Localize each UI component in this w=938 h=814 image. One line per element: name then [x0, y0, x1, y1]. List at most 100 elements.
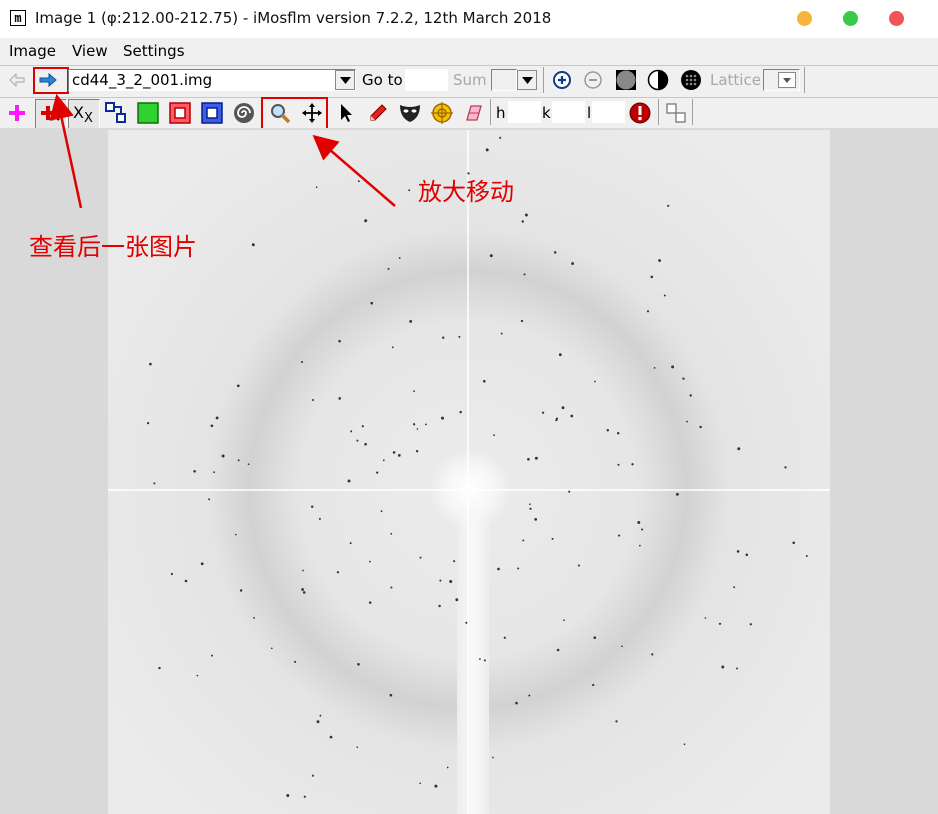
l-input[interactable] [592, 101, 625, 123]
diffraction-spot [390, 586, 393, 589]
diffraction-spot [449, 580, 453, 583]
target-icon[interactable] [430, 101, 454, 125]
diffraction-spot [234, 533, 237, 536]
diffraction-spot [520, 319, 524, 323]
zoom-in-icon[interactable] [550, 68, 574, 92]
separator [804, 67, 805, 93]
diffraction-spot [146, 421, 150, 425]
lattice-select[interactable] [763, 69, 800, 91]
diffraction-spot [247, 463, 250, 466]
eraser-icon[interactable] [462, 101, 486, 125]
maximize-button[interactable] [843, 11, 858, 26]
diffraction-spot [503, 636, 506, 639]
diffraction-spot [211, 654, 214, 657]
alert-icon[interactable] [628, 101, 652, 125]
diffraction-spot [149, 362, 152, 366]
blue-box-icon[interactable] [200, 101, 224, 125]
diffraction-spot [301, 588, 304, 591]
diffraction-spot [637, 521, 641, 524]
diffraction-spot [193, 470, 196, 473]
close-button[interactable] [889, 11, 904, 26]
diffraction-image[interactable] [108, 130, 830, 814]
diffraction-spot [369, 560, 371, 563]
diffraction-spot [370, 301, 374, 305]
diffraction-spot [253, 616, 255, 619]
diffraction-spot [270, 647, 273, 650]
diffraction-spot [499, 136, 502, 139]
spiral-icon[interactable] [232, 101, 256, 125]
red-box-icon[interactable] [168, 101, 192, 125]
diffraction-spot [215, 416, 219, 420]
image-file-value: cd44_3_2_001.img [72, 71, 213, 89]
minimize-button[interactable] [797, 11, 812, 26]
lattice-dots-icon[interactable] [679, 68, 703, 92]
diffraction-spot [667, 204, 670, 207]
diffraction-spot [387, 267, 390, 270]
diffraction-spot [736, 550, 740, 553]
sum-input[interactable] [491, 69, 517, 91]
diffraction-spot [529, 507, 532, 510]
back-arrow-icon[interactable] [5, 68, 29, 92]
diffraction-spot [300, 360, 304, 364]
blocks-icon[interactable] [104, 101, 128, 125]
delete-spot-icon [41, 106, 60, 121]
zoom-out-icon[interactable] [581, 68, 605, 92]
diffraction-spot [453, 560, 456, 563]
h-input[interactable] [508, 101, 541, 123]
diffraction-spot [356, 746, 359, 749]
diffraction-spot [213, 471, 216, 474]
diffraction-spot [517, 567, 520, 570]
menu-image[interactable]: Image [9, 42, 56, 60]
diffraction-spot [616, 431, 620, 435]
pointer-icon[interactable] [334, 101, 358, 125]
lattice-label: Lattice [710, 71, 761, 89]
image-file-dropdown[interactable] [335, 70, 355, 90]
green-square-icon[interactable] [136, 101, 160, 125]
diffraction-spot [439, 579, 442, 582]
annotation-box-next [33, 67, 69, 94]
xx-button[interactable]: XX [68, 99, 100, 129]
add-spot-icon[interactable] [5, 101, 29, 125]
diffraction-spot [617, 463, 620, 466]
diffraction-spot [551, 537, 554, 540]
diffraction-spot [497, 567, 500, 571]
menu-settings[interactable]: Settings [123, 42, 185, 60]
diffraction-spot [699, 425, 702, 429]
mask-icon[interactable] [398, 101, 422, 125]
diffraction-spot [570, 414, 574, 418]
diffraction-spot [398, 257, 401, 259]
image-file-combobox[interactable]: cd44_3_2_001.img [68, 69, 356, 91]
annotation-zoom-pan: 放大移动 [418, 178, 514, 206]
goto-input[interactable] [405, 69, 448, 91]
lattice-dropdown[interactable] [778, 72, 796, 88]
diffraction-spot [721, 665, 725, 669]
diffraction-spot [413, 390, 415, 392]
diffraction-spot [483, 379, 486, 383]
k-input[interactable] [552, 101, 585, 123]
diffraction-spot [357, 180, 360, 183]
sum-dropdown[interactable] [517, 70, 537, 90]
diffraction-spot [408, 189, 411, 192]
window-title: Image 1 (φ:212.00-212.75) - iMosflm vers… [35, 9, 552, 27]
menu-view[interactable]: View [72, 42, 108, 60]
annotation-box-zoom-pan [261, 97, 328, 130]
diffraction-spot [568, 490, 571, 493]
diffraction-spot [658, 259, 662, 262]
diffraction-spot [424, 423, 427, 426]
pencil-icon[interactable] [366, 101, 390, 125]
diffraction-spot [671, 365, 675, 369]
delete-spot-button[interactable] [35, 99, 67, 129]
contrast-icon[interactable] [646, 68, 670, 92]
diffraction-spot [329, 735, 333, 739]
circle-mask-icon[interactable] [614, 68, 638, 92]
diffraction-spot [397, 454, 401, 457]
panels-icon[interactable] [664, 101, 688, 125]
diffraction-spot [651, 653, 654, 656]
diffraction-spot [489, 254, 493, 258]
diffraction-spot [704, 617, 707, 619]
diffraction-spot [663, 294, 666, 297]
diffraction-spot [364, 219, 368, 223]
diffraction-spot [631, 463, 634, 466]
diffraction-spot [302, 591, 306, 594]
diffraction-spot [555, 417, 559, 420]
